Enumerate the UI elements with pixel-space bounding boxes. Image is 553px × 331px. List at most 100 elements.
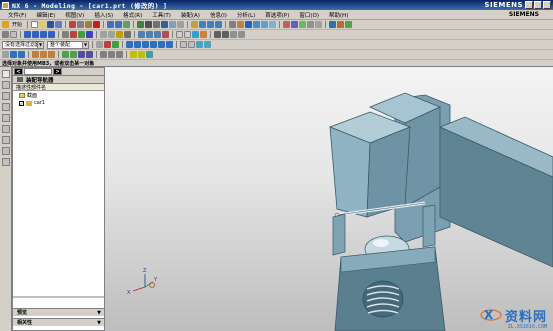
face-rule-icon[interactable]	[196, 41, 203, 48]
select-all-icon[interactable]	[112, 41, 119, 48]
fit-icon[interactable]	[137, 21, 145, 28]
shell-icon[interactable]	[100, 51, 107, 58]
maximize-button[interactable]	[534, 1, 542, 9]
undo-icon[interactable]	[107, 21, 115, 28]
render-icon[interactable]	[192, 31, 199, 38]
view-iso-icon[interactable]	[191, 21, 199, 28]
grid-icon[interactable]	[176, 31, 183, 38]
view-front-icon[interactable]	[199, 21, 207, 28]
wireframe-icon[interactable]	[177, 21, 185, 28]
snap-existing-icon[interactable]	[166, 41, 173, 48]
menu-preferences[interactable]: 首选项(P)	[260, 11, 294, 19]
copy-icon[interactable]	[77, 21, 85, 28]
scope-combo[interactable]: 整个装配 ▼	[47, 40, 89, 49]
snap-intersect-icon[interactable]	[150, 41, 157, 48]
arc-icon[interactable]	[40, 31, 47, 38]
menu-insert[interactable]: 插入(S)	[89, 11, 118, 19]
tree-row-part[interactable]: ✓ car1	[13, 99, 104, 107]
constraint-icon[interactable]	[146, 31, 153, 38]
clip-icon[interactable]	[124, 31, 131, 38]
view-top-icon[interactable]	[207, 21, 215, 28]
offset-icon[interactable]	[40, 51, 47, 58]
paste-icon[interactable]	[85, 21, 93, 28]
minimize-button[interactable]	[525, 1, 533, 9]
trim-icon[interactable]	[62, 51, 69, 58]
point-icon[interactable]	[24, 31, 31, 38]
subtract-icon[interactable]	[291, 21, 299, 28]
menu-assemblies[interactable]: 装配(A)	[176, 11, 205, 19]
menu-analysis[interactable]: 分析(L)	[232, 11, 260, 19]
close-button[interactable]	[543, 1, 551, 9]
revolve-icon[interactable]	[253, 21, 261, 28]
explode-icon[interactable]	[162, 31, 169, 38]
drafting-icon[interactable]	[238, 31, 245, 38]
system-materials-icon[interactable]	[2, 136, 10, 144]
hole-icon[interactable]	[261, 21, 269, 28]
redo-icon[interactable]	[115, 21, 123, 28]
start-button[interactable]: 开始	[10, 21, 24, 28]
snap-quadrant-icon[interactable]	[158, 41, 165, 48]
wcs-icon[interactable]	[62, 31, 69, 38]
axis-icon[interactable]	[86, 31, 93, 38]
pan-icon[interactable]	[153, 21, 161, 28]
open-icon[interactable]	[39, 21, 47, 28]
camera-icon[interactable]	[222, 31, 229, 38]
roles-icon[interactable]	[2, 158, 10, 166]
deselect-icon[interactable]	[104, 41, 111, 48]
web-browser-icon[interactable]	[2, 114, 10, 122]
part-navigator-icon[interactable]	[2, 92, 10, 100]
replace-face-icon[interactable]	[48, 51, 55, 58]
navigator-tab[interactable]	[24, 68, 52, 75]
extrude-icon[interactable]	[245, 21, 253, 28]
split-icon[interactable]	[70, 51, 77, 58]
menu-window[interactable]: 窗口(O)	[294, 11, 324, 19]
curve-rule-icon[interactable]	[204, 41, 211, 48]
expression-icon[interactable]	[146, 51, 153, 58]
hide-icon[interactable]	[100, 31, 107, 38]
plane-icon[interactable]	[78, 31, 85, 38]
print-icon[interactable]	[55, 21, 63, 28]
help-icon[interactable]	[345, 21, 353, 28]
measure-angle-icon[interactable]	[138, 51, 145, 58]
repeat-icon[interactable]	[123, 21, 131, 28]
quick-pick-icon[interactable]	[180, 41, 187, 48]
snap-center-icon[interactable]	[142, 41, 149, 48]
menu-file[interactable]: 文件(F)	[2, 11, 31, 19]
model-view[interactable]: Z X Y	[105, 67, 553, 331]
reuse-library-icon[interactable]	[2, 103, 10, 111]
color-icon[interactable]	[116, 31, 123, 38]
cut-icon[interactable]	[69, 21, 77, 28]
snap-end-icon[interactable]	[126, 41, 133, 48]
tree-row-sections[interactable]: 截面	[13, 91, 104, 99]
draft-icon[interactable]	[108, 51, 115, 58]
save-icon[interactable]	[47, 21, 55, 28]
dependencies-panel-header[interactable]: 相关性 ▼	[13, 318, 104, 326]
delete-icon[interactable]	[93, 21, 101, 28]
type-filter-combo[interactable]: 没有选择过滤器 ▼	[2, 40, 44, 49]
constraint-navigator-icon[interactable]	[2, 81, 10, 89]
sketch-icon[interactable]	[237, 21, 245, 28]
menu-information[interactable]: 信息(I)	[205, 11, 232, 19]
pattern-icon[interactable]	[86, 51, 93, 58]
show-icon[interactable]	[108, 31, 115, 38]
select-icon[interactable]	[2, 31, 9, 38]
intersect-icon[interactable]	[299, 21, 307, 28]
menu-edit[interactable]: 编辑(E)	[31, 11, 60, 19]
column-header[interactable]: 描述性部件名	[13, 84, 104, 91]
feature-icon[interactable]	[2, 51, 9, 58]
view-right-icon[interactable]	[215, 21, 223, 28]
thread-icon[interactable]	[116, 51, 123, 58]
visibility-checkbox[interactable]: ✓	[19, 100, 24, 106]
circle-icon[interactable]	[48, 31, 55, 38]
snap-mid-icon[interactable]	[134, 41, 141, 48]
unite-icon[interactable]	[283, 21, 291, 28]
panel-splitter[interactable]	[13, 296, 104, 298]
menu-help[interactable]: 帮助(H)	[324, 11, 353, 19]
light-icon[interactable]	[200, 31, 207, 38]
menu-tools[interactable]: 工具(T)	[147, 11, 176, 19]
triad-icon[interactable]	[184, 31, 191, 38]
process-studio-icon[interactable]	[2, 147, 10, 155]
graphics-window[interactable]: Z X Y X 资料网 ZL.XS1616.COM	[105, 67, 553, 331]
line-icon[interactable]	[32, 31, 39, 38]
move-component-icon[interactable]	[154, 31, 161, 38]
